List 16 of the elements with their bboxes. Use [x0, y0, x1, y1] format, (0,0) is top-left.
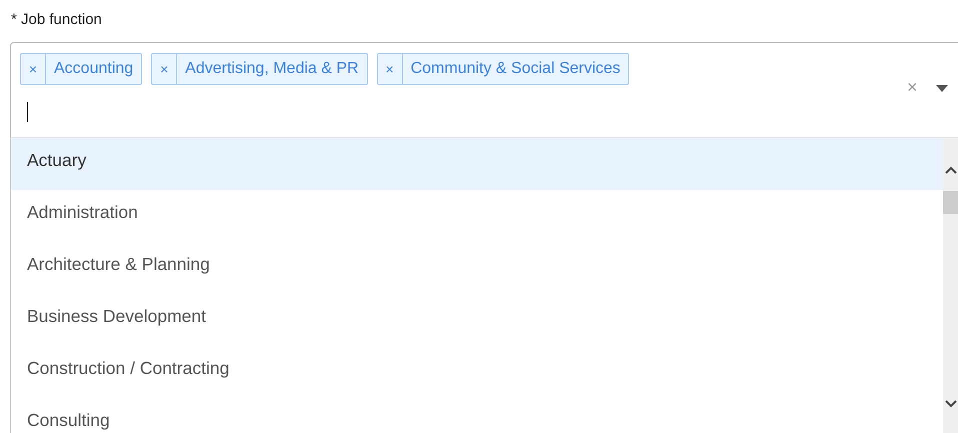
scrollbar-thumb[interactable] — [943, 191, 958, 214]
scroll-down-icon[interactable] — [945, 400, 957, 408]
text-cursor — [27, 102, 28, 122]
dropdown-option[interactable]: Construction / Contracting — [11, 346, 943, 398]
tag-label: Advertising, Media & PR — [184, 60, 360, 78]
dropdown-option[interactable]: Administration — [11, 190, 943, 242]
scroll-up-icon[interactable] — [945, 166, 957, 174]
tag-label: Accounting — [53, 60, 134, 78]
caret-icon[interactable] — [936, 85, 948, 92]
dropdown-option[interactable]: Consulting — [11, 398, 943, 433]
dropdown-option[interactable]: Business Development — [11, 294, 943, 346]
dropdown-option[interactable]: Architecture & Planning — [11, 242, 943, 294]
scrollbar[interactable] — [943, 138, 958, 433]
dropdown-option[interactable]: Actuary — [11, 138, 943, 190]
tag-label: Community & Social Services — [410, 60, 622, 78]
field-label: * Job function — [10, 10, 103, 30]
